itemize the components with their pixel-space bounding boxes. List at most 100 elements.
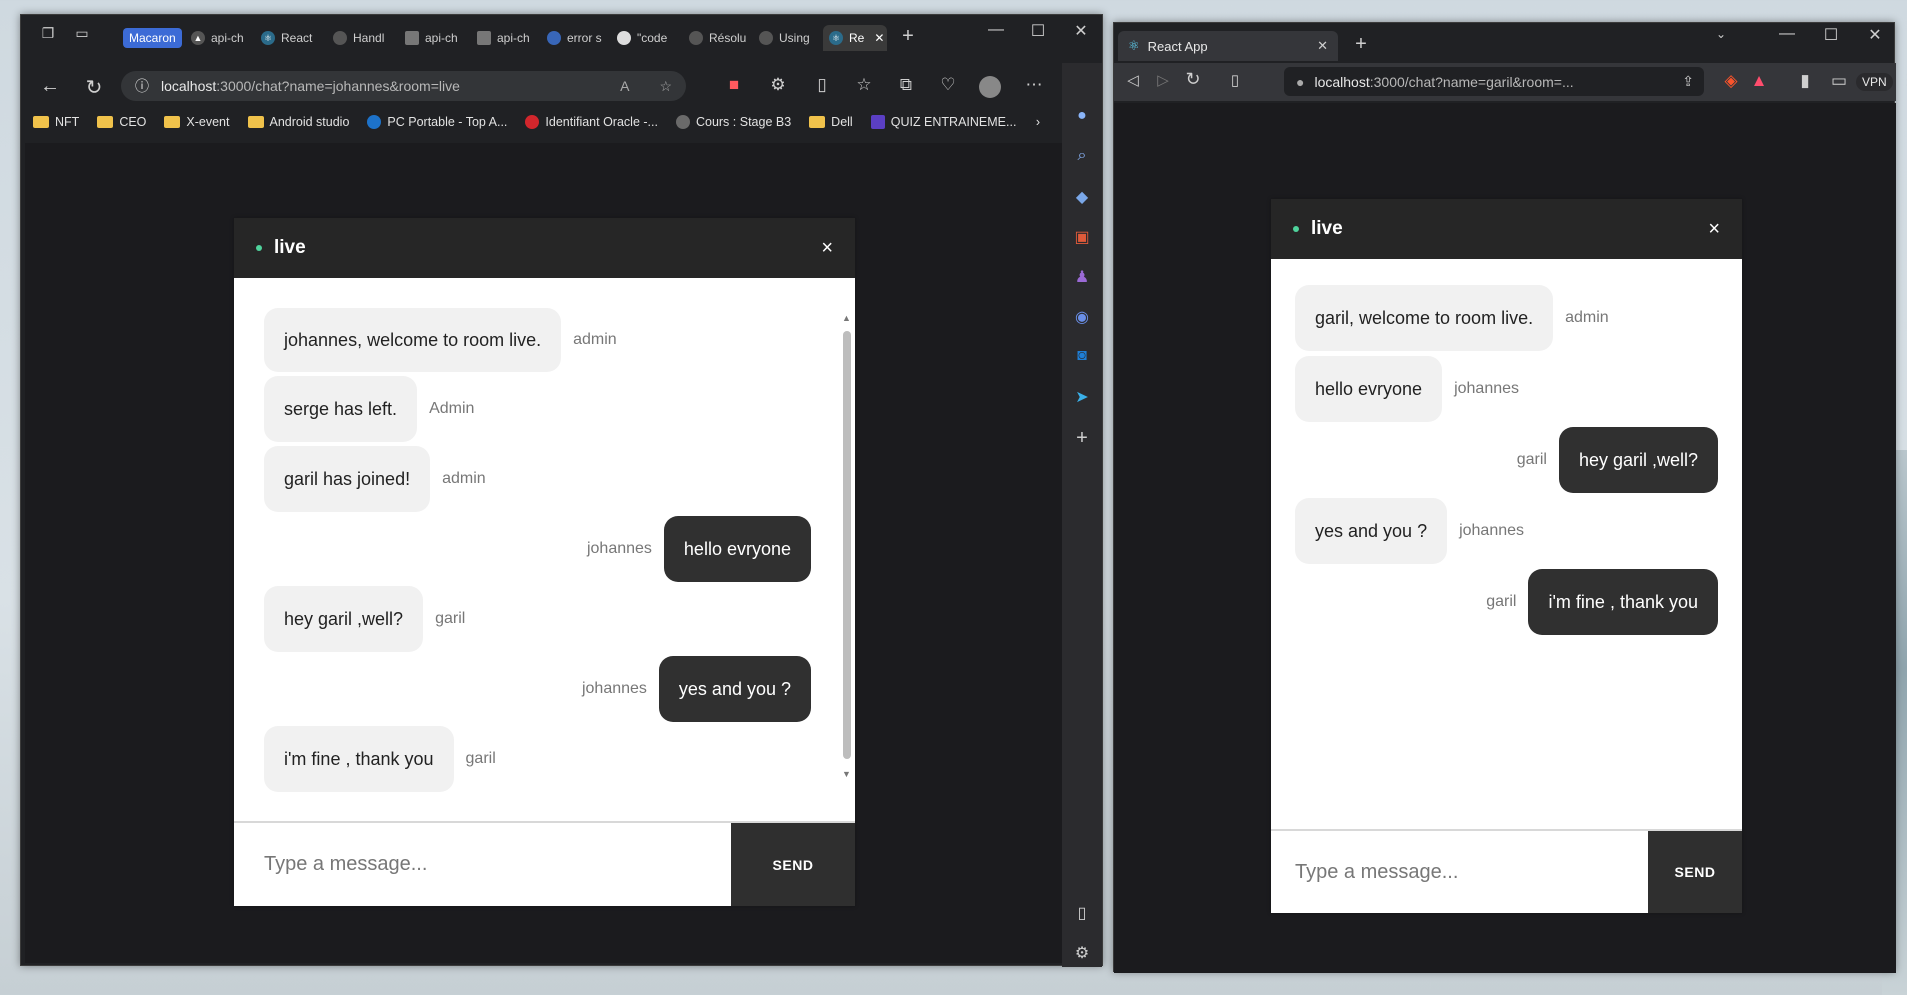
copilot-sidebar-icon[interactable]: ● [1070,107,1094,131]
tab[interactable]: "code [611,25,683,51]
more-menu-icon[interactable]: ⋯ [1021,75,1047,95]
message-item: yes and you ? johannes [1295,498,1718,564]
sidebar-toggle-icon[interactable]: ▮ [1792,71,1818,91]
close-window-icon[interactable]: ✕ [1860,25,1890,45]
vpn-button[interactable]: VPN [1856,73,1893,91]
new-tab-icon[interactable]: + [1346,33,1376,56]
scroll-down-icon[interactable]: ▼ [842,769,851,779]
address-bar[interactable]: ⓘ localhost:3000/chat?name=johannes&room… [121,71,686,101]
message-item: garil, welcome to room live. admin [1295,285,1718,351]
tab-active[interactable]: ⚛ Re ✕ [823,25,887,51]
document-icon [477,31,491,45]
close-chat-button[interactable]: × [1708,218,1720,241]
microsoft-365-icon[interactable]: ◉ [1070,307,1094,331]
bookmark-item[interactable]: Android studio [247,115,349,129]
share-icon[interactable]: ⇪ [1682,73,1694,90]
message-list[interactable]: johannes, welcome to room live. admin ser… [234,308,855,808]
message-item: johannes yes and you ? [264,656,811,722]
scroll-thumb[interactable] [843,331,851,759]
tab[interactable]: ▲ api-ch [185,25,255,51]
bookmark-item[interactable]: Dell [809,115,853,129]
tools-icon[interactable]: ▣ [1070,227,1094,251]
message-input[interactable] [1271,831,1648,913]
tab[interactable]: Using [753,25,823,51]
extension-icon[interactable]: ■ [721,75,747,95]
folder-icon [164,116,181,128]
bookmark-item[interactable]: Identifiant Oracle -... [525,115,658,129]
profile-avatar[interactable] [979,76,1001,98]
hide-sidebar-icon[interactable]: ▯ [1070,903,1094,927]
browser-essentials-icon[interactable]: ♡ [935,75,961,95]
search-icon[interactable]: ⌕ [1070,147,1094,171]
tab[interactable]: Résolu [683,25,753,51]
bookmark-item[interactable]: Cours : Stage B3 [675,115,791,129]
address-bar[interactable]: ● localhost:3000/chat?name=garil&room=..… [1284,67,1704,96]
bookmark-item[interactable]: CEO [97,115,146,129]
bookmark-item[interactable]: PC Portable - Top A... [367,115,507,129]
games-icon[interactable]: ♟ [1070,267,1094,291]
shopping-tag-icon[interactable]: ◆ [1070,187,1094,211]
favorites-icon[interactable]: ☆ [851,75,877,95]
bookmark-icon[interactable]: ▯ [1222,71,1248,89]
settings-gear-icon[interactable]: ⚙ [1070,943,1094,967]
menu-icon[interactable]: ☰ [1900,71,1907,91]
document-icon [405,31,419,45]
tab-actions-icon[interactable]: ▭ [67,25,97,42]
tab[interactable]: ⚛ React [255,25,327,51]
message-sender: garil [1486,593,1517,610]
scroll-up-icon[interactable]: ▲ [842,313,851,323]
tab-favicon-icon: ▲ [191,31,205,45]
refresh-icon[interactable]: ↻ [1180,69,1206,90]
close-tab-icon[interactable]: ✕ [874,31,884,45]
forward-icon[interactable]: ▷ [1150,71,1176,89]
bookmark-item[interactable]: QUIZ ENTRAINEME... [870,115,1016,129]
refresh-icon[interactable]: ↻ [81,75,107,100]
tab[interactable]: Handl [327,25,399,51]
close-tab-icon[interactable]: ✕ [1317,38,1328,54]
back-icon[interactable]: ← [37,75,63,98]
bookmarks-overflow-icon[interactable]: › [1036,115,1040,129]
brave-shields-icon[interactable]: ◈ [1718,71,1744,91]
bookmark-item[interactable]: NFT [33,115,79,129]
back-icon[interactable]: ◁ [1120,71,1146,89]
workspaces-icon[interactable]: ❐ [33,25,63,42]
site-info-icon[interactable]: ● [1296,74,1304,90]
tab-favicon-icon [689,31,703,45]
add-sidebar-app-icon[interactable]: + [1070,427,1094,451]
favorite-star-icon[interactable]: ☆ [659,78,672,95]
bookmark-item[interactable]: X-event [164,115,230,129]
minimize-icon[interactable]: — [981,21,1011,39]
collections-icon[interactable]: ⧉ [893,75,919,95]
close-window-icon[interactable]: ✕ [1066,21,1096,41]
minimize-icon[interactable]: — [1772,25,1802,43]
message-input[interactable] [234,823,731,906]
tab-macaron[interactable]: Macaron [117,25,188,51]
maximize-icon[interactable]: ☐ [1816,25,1846,45]
send-button[interactable]: SEND [731,823,855,906]
extensions-icon[interactable]: ⚙ [765,75,791,95]
tab-search-icon[interactable]: ⌄ [1706,27,1736,41]
info-icon[interactable]: ⓘ [135,76,149,96]
bookmarks-bar: NFT CEO X-event Android studio PC Portab… [21,107,1104,137]
message-sender: admin [442,470,486,487]
message-scrollbar[interactable]: ▲ ▼ [842,313,851,779]
tab-active[interactable]: ⚛ React App ✕ [1118,31,1338,61]
edge-window: ❐ ▭ Macaron ▲ api-ch ⚛ React Handl api-ch … [20,14,1104,967]
brave-rewards-icon[interactable]: ▲ [1746,71,1772,91]
message-bubble: serge has left. [264,376,418,442]
tab[interactable]: error s [541,25,611,51]
new-tab-icon[interactable]: + [893,25,923,48]
outlook-icon[interactable]: ◙ [1070,347,1094,371]
drop-icon[interactable]: ➤ [1070,387,1094,411]
tab[interactable]: api-ch [471,25,541,51]
split-screen-icon[interactable]: ▯ [809,75,835,95]
maximize-icon[interactable]: ☐ [1023,21,1053,41]
message-list[interactable]: garil, welcome to room live. admin hello … [1271,285,1742,805]
tab[interactable]: api-ch [399,25,471,51]
close-chat-button[interactable]: × [821,237,833,260]
read-aloud-icon[interactable]: A [620,78,629,94]
chat-window: live × garil, welcome to room live. admin… [1271,199,1742,913]
wallet-icon[interactable]: ▭ [1826,71,1852,91]
page-viewport: live × johannes, welcome to room live. ad… [25,143,1064,963]
send-button[interactable]: SEND [1648,831,1742,913]
